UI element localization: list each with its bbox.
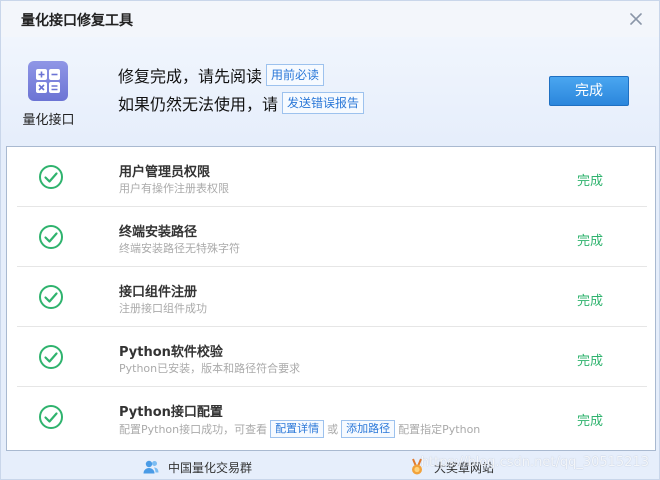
- check-circle-icon: [38, 164, 64, 190]
- task-title: 接口组件注册: [119, 285, 198, 300]
- app-window: 量化接口修复工具 量化接口 修复完成，请先阅读 用前必读 如果仍然无法使用，请 …: [0, 0, 660, 480]
- task-title: 用户管理员权限: [119, 165, 211, 180]
- app-label: 量化接口: [22, 113, 75, 128]
- message-line-2: 如果仍然无法使用，请 发送错误报告: [118, 91, 365, 115]
- header-section: 量化接口 修复完成，请先阅读 用前必读 如果仍然无法使用，请 发送错误报告 完成: [1, 37, 659, 147]
- check-circle-icon: [38, 344, 64, 370]
- task-description-suffix: 配置指定Python: [398, 423, 481, 436]
- task-description: 用户有操作注册表权限: [119, 182, 229, 195]
- task-row: 用户管理员权限 用户有操作注册表权限 完成: [17, 147, 647, 207]
- send-error-report-button[interactable]: 发送错误报告: [282, 92, 365, 114]
- title-bar[interactable]: 量化接口修复工具: [1, 1, 659, 37]
- config-details-button[interactable]: 配置详情: [270, 420, 325, 438]
- task-description: 终端安装路径无特殊字符: [119, 242, 240, 255]
- task-status: 完成: [577, 234, 604, 249]
- quant-group-label: 中国量化交易群: [168, 460, 253, 475]
- task-description-or: 或: [327, 423, 339, 436]
- task-description-prefix: 配置Python接口成功，可查看: [119, 423, 268, 436]
- task-status: 完成: [577, 174, 604, 189]
- watermark-text: https://blog.csdn.net/qq_30515213: [420, 455, 649, 470]
- task-title: Python软件校验: [119, 345, 223, 360]
- task-description: 注册接口组件成功: [119, 302, 207, 315]
- task-title: 终端安装路径: [119, 225, 198, 240]
- task-row: Python接口配置 配置Python接口成功，可查看 配置详情 或 添加路径 …: [17, 387, 647, 447]
- task-status: 完成: [577, 414, 604, 429]
- done-button[interactable]: 完成: [549, 76, 629, 106]
- users-icon: [143, 460, 159, 474]
- task-status: 完成: [577, 354, 604, 369]
- message-line-1-text: 修复完成，请先阅读: [118, 67, 263, 86]
- calculator-icon: [28, 61, 68, 101]
- check-circle-icon: [38, 224, 64, 250]
- check-circle-icon: [38, 404, 64, 430]
- read-first-button[interactable]: 用前必读: [266, 64, 325, 86]
- task-description: 配置Python接口成功，可查看 配置详情 或 添加路径 配置指定Python: [119, 420, 480, 438]
- message-line-1: 修复完成，请先阅读 用前必读: [118, 63, 325, 87]
- window-title: 量化接口修复工具: [21, 13, 133, 29]
- add-path-button[interactable]: 添加路径: [341, 420, 396, 438]
- task-description: Python已安装，版本和路径符合要求: [119, 362, 301, 375]
- task-row: Python软件校验 Python已安装，版本和路径符合要求 完成: [17, 327, 647, 387]
- task-title: Python接口配置: [119, 405, 223, 420]
- task-row: 接口组件注册 注册接口组件成功 完成: [17, 267, 647, 327]
- quant-group-link[interactable]: 中国量化交易群: [142, 458, 252, 476]
- task-status: 完成: [577, 294, 604, 309]
- close-icon[interactable]: [627, 10, 645, 28]
- message-line-2-text: 如果仍然无法使用，请: [118, 95, 279, 114]
- task-list: 用户管理员权限 用户有操作注册表权限 完成 终端安装路径 终端安装路径无特殊字符…: [6, 146, 656, 451]
- footer: 中国量化交易群 大奖章网站 https://blog.csdn.net/qq_3…: [1, 451, 659, 480]
- task-row: 终端安装路径 终端安装路径无特殊字符 完成: [17, 207, 647, 267]
- check-circle-icon: [38, 284, 64, 310]
